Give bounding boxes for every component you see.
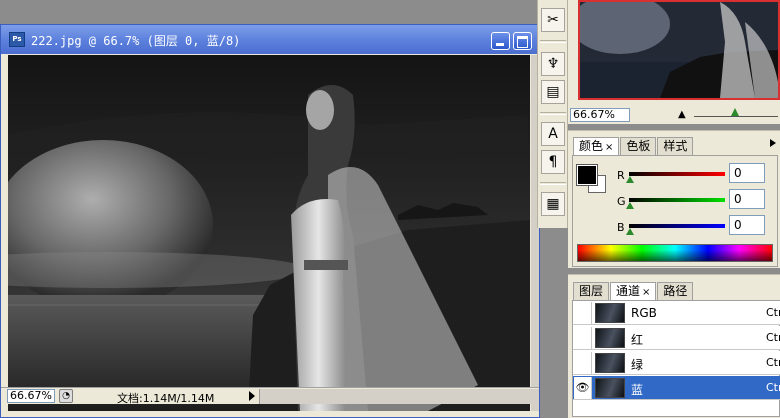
paragraph-icon[interactable]: ¶	[541, 150, 565, 174]
dock-separator	[540, 40, 566, 43]
channel-row-green[interactable]: 绿 Ctrl	[573, 351, 780, 375]
color-panel: 颜色 × 色板 样式 R 0 G 0 B 0	[568, 130, 780, 268]
channel-name: 绿	[631, 358, 644, 372]
panel-menu-icon[interactable]	[770, 139, 776, 147]
blue-slider[interactable]	[629, 224, 725, 228]
channel-row-blue[interactable]: 👁 蓝 Ctrl	[573, 376, 780, 400]
red-slider-handle[interactable]	[626, 176, 634, 183]
horizontal-scrollbar[interactable]	[259, 389, 539, 404]
panel-dock-strip: ✂ ♆ ▤ A ¶ ▦	[537, 0, 568, 228]
document-size-info: 文档:1.14M/1.14M	[117, 392, 215, 405]
image-canvas[interactable]: www.	[8, 55, 530, 411]
channel-thumbnail	[595, 328, 625, 348]
green-label: G	[617, 195, 626, 208]
visibility-toggle[interactable]	[574, 302, 592, 324]
channel-list: RGB Ctrl 红 Ctrl 绿 Ctrl 👁 蓝 Ctrl	[572, 300, 780, 417]
red-value-input[interactable]: 0	[729, 163, 765, 183]
visibility-toggle[interactable]	[574, 352, 592, 374]
dock-separator	[540, 112, 566, 115]
navigator-slider-handle[interactable]	[731, 108, 739, 116]
navigator-thumbnail[interactable]	[578, 0, 780, 100]
maximize-button[interactable]	[513, 32, 532, 50]
channel-name: RGB	[631, 306, 657, 320]
channel-shortcut: Ctrl	[766, 306, 780, 319]
notes-icon[interactable]: ▦	[541, 192, 565, 216]
blue-label: B	[617, 221, 625, 234]
color-panel-body: R 0 G 0 B 0	[572, 155, 778, 267]
tab-paths[interactable]: 路径	[657, 282, 694, 300]
tab-swatches[interactable]: 色板	[620, 137, 657, 155]
green-slider[interactable]	[629, 198, 725, 202]
minimize-button[interactable]	[491, 32, 510, 50]
close-icon[interactable]: ×	[642, 287, 650, 298]
tool-preset-icon[interactable]: ♆	[541, 52, 565, 76]
clone-source-icon[interactable]: ▤	[541, 80, 565, 104]
navigator-zoom-slider[interactable]	[694, 116, 778, 117]
channel-name: 蓝	[631, 383, 644, 397]
tab-styles[interactable]: 样式	[657, 137, 694, 155]
navigator-preview	[580, 2, 778, 98]
channel-row-rgb[interactable]: RGB Ctrl	[573, 301, 780, 325]
navigator-zoom-field[interactable]: 66.67%	[570, 108, 630, 122]
zoom-level-field[interactable]: 66.67%	[7, 389, 55, 403]
blue-value-input[interactable]: 0	[729, 215, 765, 235]
foreground-color-swatch[interactable]	[576, 164, 598, 186]
channel-thumbnail	[595, 353, 625, 373]
document-title: 222.jpg @ 66.7% (图层 0, 蓝/8)	[31, 34, 241, 48]
close-icon[interactable]: ×	[605, 142, 613, 153]
color-spectrum-ramp[interactable]	[577, 244, 773, 262]
photoshop-app-icon: Ps	[9, 32, 25, 47]
channel-shortcut: Ctrl	[766, 381, 780, 394]
red-label: R	[617, 169, 625, 182]
blue-slider-handle[interactable]	[626, 228, 634, 235]
green-value-input[interactable]: 0	[729, 189, 765, 209]
zoom-out-icon[interactable]: ▲	[678, 109, 686, 120]
navigator-panel: 66.67% ▲	[568, 0, 780, 124]
channel-row-red[interactable]: 红 Ctrl	[573, 326, 780, 350]
document-window[interactable]: Ps 222.jpg @ 66.7% (图层 0, 蓝/8) 66.67% ◔ …	[0, 24, 540, 418]
channels-panel: 图层通道×路径 RGB Ctrl 红 Ctrl 绿 Ctrl 👁 蓝 Ctrl	[568, 274, 780, 418]
channel-shortcut: Ctrl	[766, 331, 780, 344]
red-slider[interactable]	[629, 172, 725, 176]
tab-channels[interactable]: 通道 ×	[610, 282, 657, 300]
layers-panel-tabs: 图层 通道 × 路径	[573, 282, 694, 300]
canvas-image: www.	[8, 55, 530, 411]
channel-thumbnail	[595, 378, 625, 398]
visibility-toggle[interactable]	[574, 327, 592, 349]
brush-preset-icon[interactable]: ✂	[541, 8, 565, 32]
dock-separator	[540, 182, 566, 185]
tab-layers[interactable]: 图层	[573, 282, 610, 300]
status-arrow-icon[interactable]	[249, 391, 255, 401]
channel-thumbnail	[595, 303, 625, 323]
channel-shortcut: Ctrl	[766, 356, 780, 369]
status-bar: 66.67% ◔ 文档:1.14M/1.14M	[1, 387, 539, 405]
character-icon[interactable]: A	[541, 122, 565, 146]
green-slider-handle[interactable]	[626, 202, 634, 209]
document-title-bar[interactable]: Ps 222.jpg @ 66.7% (图层 0, 蓝/8)	[1, 25, 539, 54]
tab-color[interactable]: 颜色 ×	[573, 137, 620, 155]
status-menu-icon[interactable]: ◔	[59, 389, 73, 403]
channel-name: 红	[631, 333, 644, 347]
color-panel-tabs: 颜色 × 色板 样式	[573, 137, 694, 155]
eye-icon[interactable]: 👁	[574, 377, 592, 399]
